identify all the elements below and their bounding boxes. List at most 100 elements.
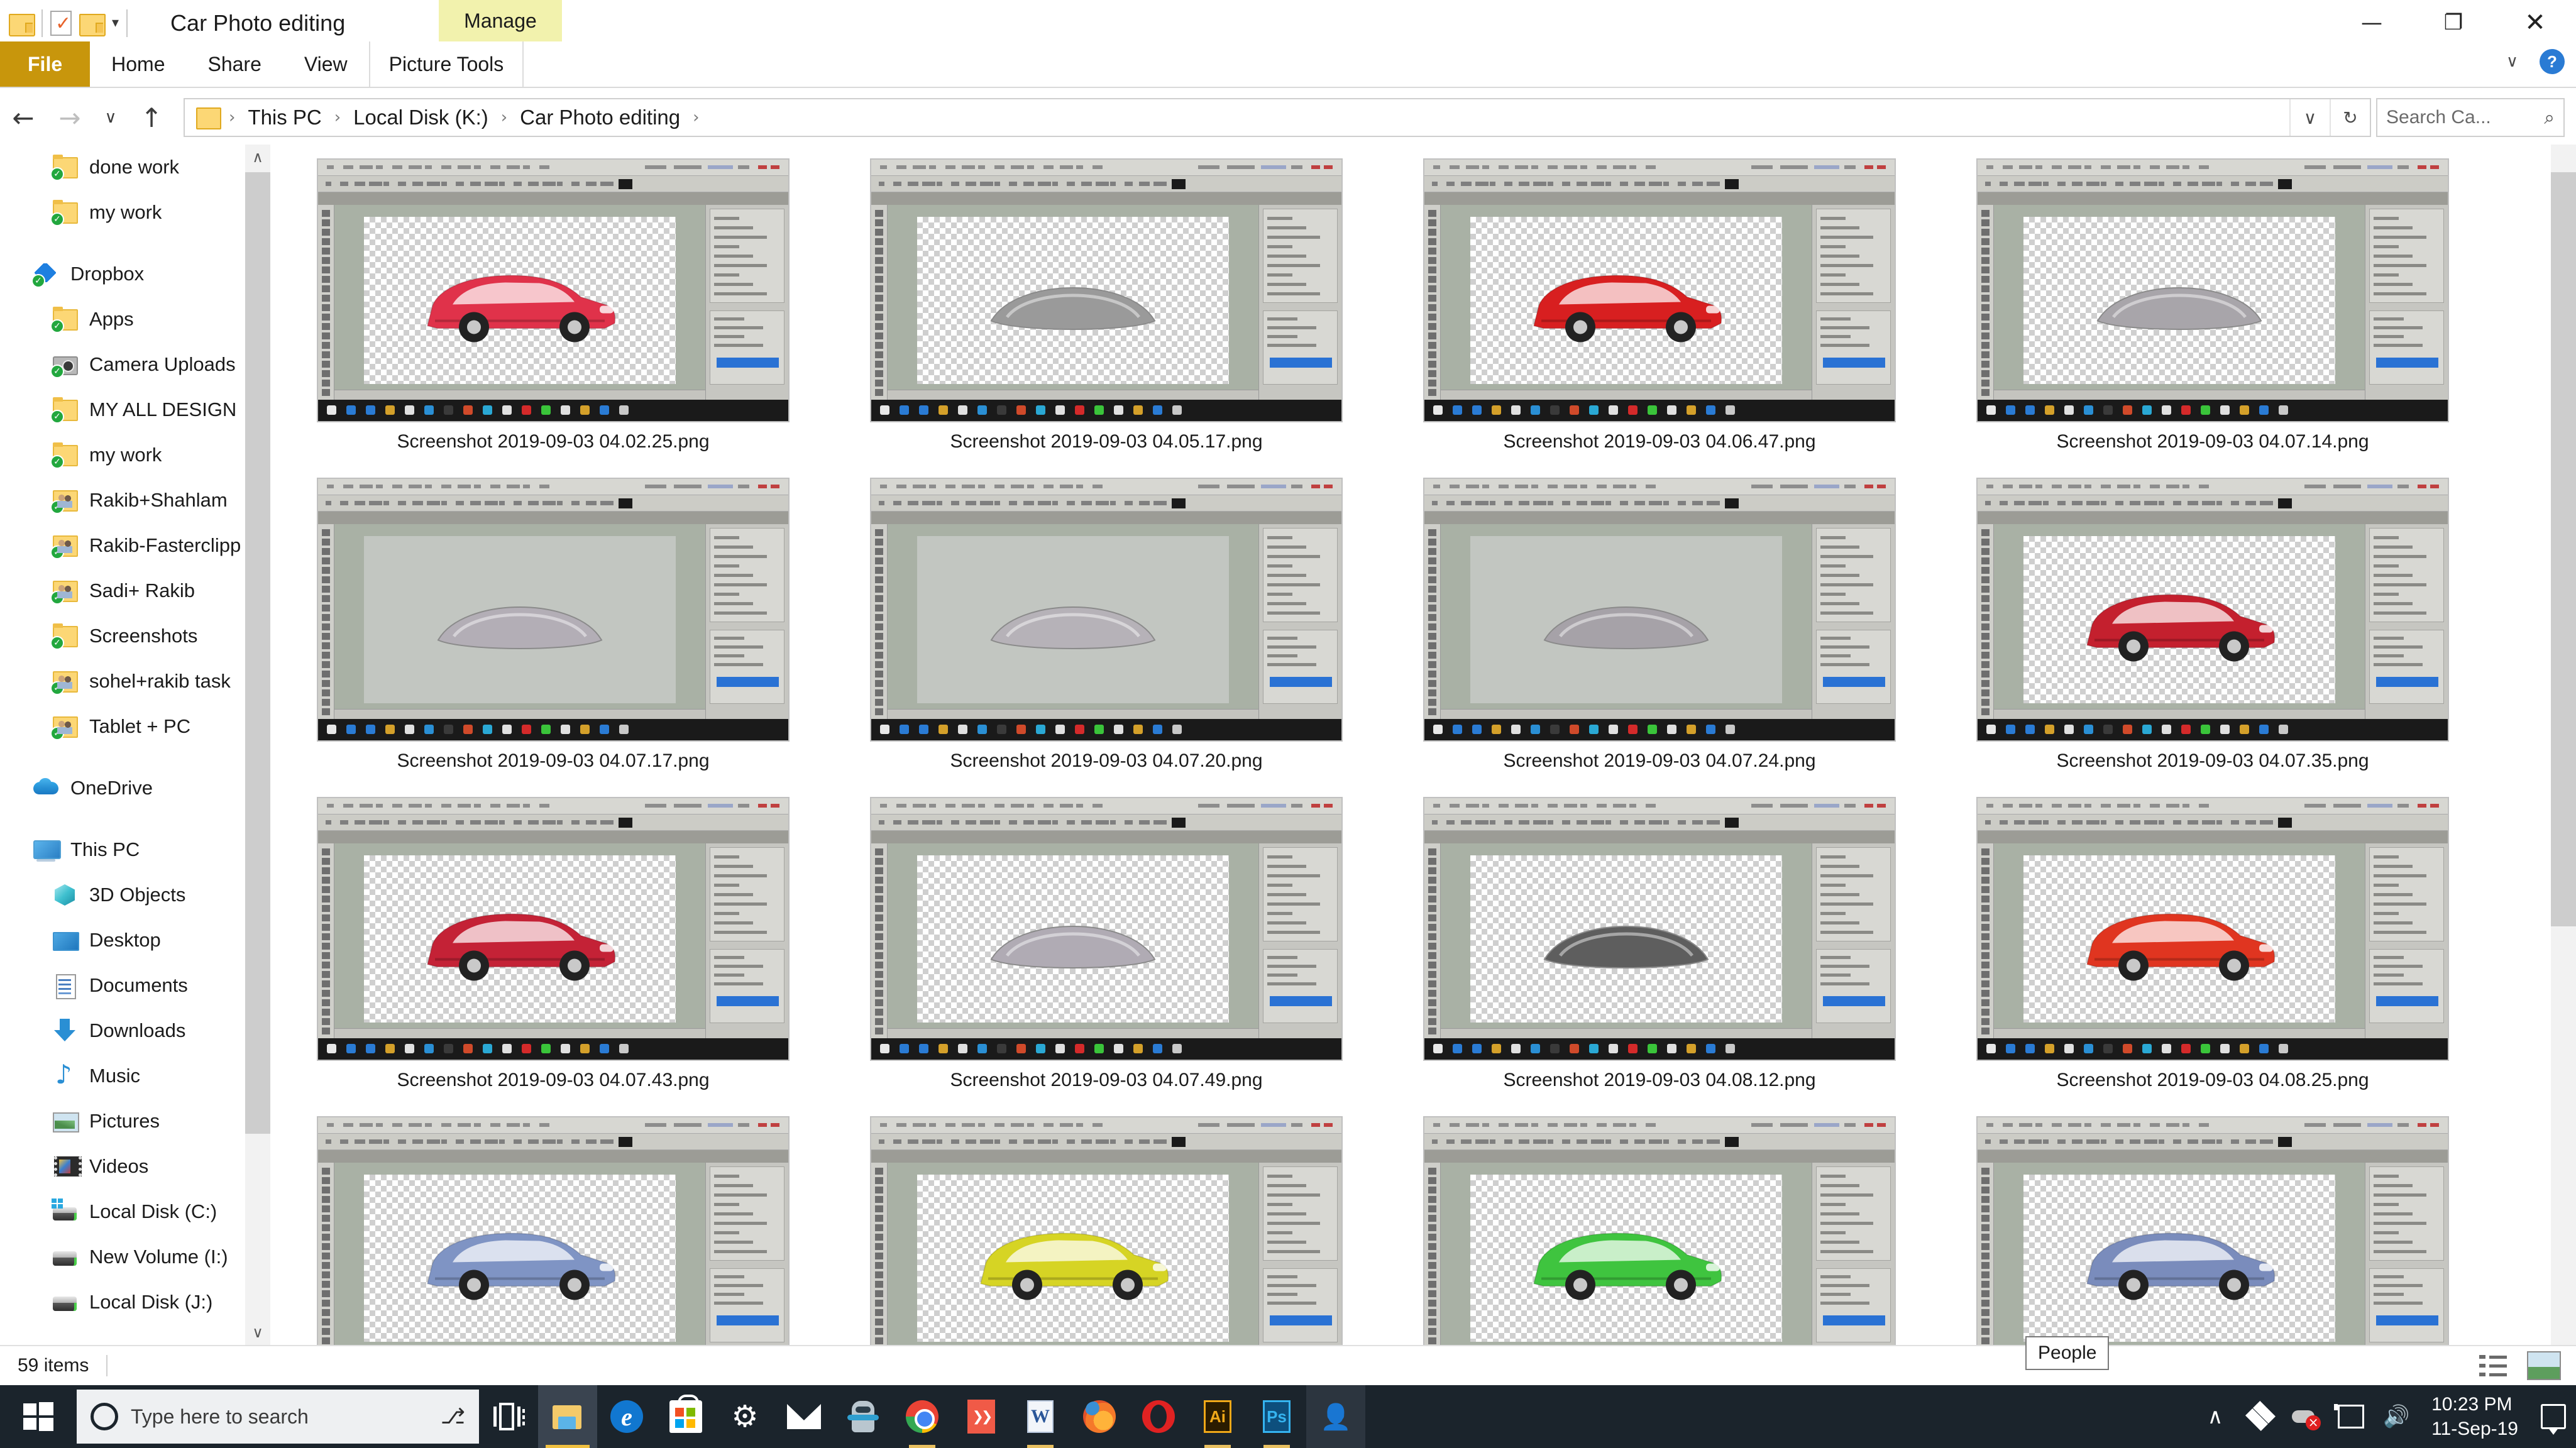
search-box[interactable]: Search Ca... ⌕ — [2376, 98, 2565, 137]
minimize-button[interactable]: — — [2331, 0, 2413, 45]
search-input[interactable]: Search Ca... — [2386, 107, 2491, 128]
sidebar-item-my-work[interactable]: ✓ my work — [0, 190, 270, 235]
file-thumbnail[interactable] — [1423, 1116, 1896, 1345]
maximize-button[interactable]: ❐ — [2413, 0, 2494, 45]
file-thumbnail[interactable] — [1976, 1116, 2449, 1345]
tab-home[interactable]: Home — [90, 41, 186, 87]
sidebar-item-music[interactable]: Music — [0, 1053, 270, 1099]
sidebar-item-local-disk-j[interactable]: Local Disk (J:) — [0, 1280, 270, 1325]
file-item[interactable] — [830, 1116, 1383, 1345]
taskbar-opera-button[interactable] — [1129, 1385, 1188, 1448]
file-item[interactable]: Screenshot 2019-09-03 04.07.20.png — [830, 478, 1383, 797]
file-item[interactable] — [277, 1116, 830, 1345]
taskbar-settings-button[interactable]: ⚙ — [715, 1385, 774, 1448]
collapse-ribbon-icon[interactable]: ∨ — [2506, 52, 2518, 71]
large-icons-view-icon[interactable] — [2527, 1351, 2561, 1380]
file-list-scrollbar[interactable] — [2551, 145, 2576, 1345]
navigation-pane-scrollbar[interactable]: ∧ ∨ — [245, 145, 270, 1345]
taskbar-google-chrome-button[interactable] — [893, 1385, 952, 1448]
file-item[interactable]: Screenshot 2019-09-03 04.02.25.png — [277, 158, 830, 478]
file-thumbnail[interactable] — [1976, 797, 2449, 1061]
breadcrumb-separator-2[interactable]: › — [497, 108, 511, 127]
taskbar-file-explorer-button[interactable] — [538, 1385, 597, 1448]
breadcrumb-folder-icon[interactable] — [196, 107, 221, 129]
file-item[interactable]: Screenshot 2019-09-03 04.07.49.png — [830, 797, 1383, 1116]
sidebar-item-new-volume-i[interactable]: New Volume (I:) — [0, 1234, 270, 1280]
action-center-button[interactable] — [2531, 1385, 2576, 1448]
close-button[interactable]: ✕ — [2494, 0, 2576, 45]
sidebar-item-dropbox[interactable]: ✓ Dropbox — [0, 251, 270, 297]
file-thumbnail[interactable] — [317, 1116, 790, 1345]
up-button[interactable]: ↑ — [128, 96, 175, 140]
tab-share[interactable]: Share — [186, 41, 282, 87]
sidebar-item-sadi-rakib[interactable]: ✓ Sadi+ Rakib — [0, 568, 270, 613]
cortana-icon[interactable] — [91, 1403, 118, 1430]
sidebar-item-tablet-pc[interactable]: ✓ Tablet + PC — [0, 704, 270, 749]
sidebar-item-camera-uploads[interactable]: ✓ Camera Uploads — [0, 342, 270, 387]
start-button[interactable] — [0, 1385, 77, 1448]
taskbar-search-input[interactable]: Type here to search — [131, 1405, 428, 1429]
taskbar-adobe-illustrator-button[interactable]: Ai — [1188, 1385, 1247, 1448]
recent-locations-button[interactable]: ∨ — [93, 96, 128, 140]
details-view-icon[interactable] — [2477, 1351, 2511, 1380]
file-thumbnail[interactable] — [317, 797, 790, 1061]
taskbar-search-box[interactable]: Type here to search ⎇ — [77, 1390, 479, 1444]
sidebar-item-onedrive[interactable]: OneDrive — [0, 765, 270, 811]
sidebar-item-videos[interactable]: Videos — [0, 1144, 270, 1189]
sidebar-item-desktop[interactable]: Desktop — [0, 918, 270, 963]
file-thumbnail[interactable] — [870, 158, 1343, 422]
sidebar-item-my-all-design[interactable]: ✓ MY ALL DESIGN — [0, 387, 270, 432]
nav-scroll-up-icon[interactable]: ∧ — [245, 145, 270, 170]
file-thumbnail[interactable] — [1976, 478, 2449, 742]
file-item[interactable]: Screenshot 2019-09-03 04.07.43.png — [277, 797, 830, 1116]
taskbar-mail-button[interactable] — [774, 1385, 834, 1448]
microphone-icon[interactable]: ⎇ — [441, 1404, 465, 1429]
sidebar-item-screenshots[interactable]: ✓ Screenshots — [0, 613, 270, 659]
tab-file[interactable]: File — [0, 41, 91, 87]
file-list-pane[interactable]: Screenshot 2019-09-03 04.02.25.png Screen… — [270, 145, 2576, 1345]
breadcrumb-bar[interactable]: › This PC › Local Disk (K:) › Car Photo … — [184, 98, 2371, 137]
taskbar-microsoft-word-button[interactable]: W — [1011, 1385, 1070, 1448]
clock[interactable]: 10:23 PM 11-Sep-19 — [2419, 1385, 2531, 1448]
onedrive-error-icon[interactable] — [2283, 1385, 2328, 1448]
new-folder-icon[interactable] — [79, 13, 106, 36]
sidebar-item-this-pc[interactable]: This PC — [0, 827, 270, 872]
pin-to-quick-access-icon[interactable] — [9, 13, 35, 36]
file-item[interactable]: Screenshot 2019-09-03 04.08.25.png — [1936, 797, 2489, 1116]
file-thumbnail[interactable] — [317, 478, 790, 742]
file-thumbnail[interactable] — [1423, 797, 1896, 1061]
sidebar-item-pictures[interactable]: Pictures — [0, 1099, 270, 1144]
file-item[interactable]: Screenshot 2019-09-03 04.07.35.png — [1936, 478, 2489, 797]
show-hidden-icons-button[interactable]: ∧ — [2193, 1385, 2238, 1448]
nav-scroll-down-icon[interactable]: ∨ — [245, 1320, 270, 1345]
taskbar-microsoft-edge-button[interactable]: e — [597, 1385, 656, 1448]
sidebar-item-rakib-shahlam[interactable]: ✓ Rakib+Shahlam — [0, 478, 270, 523]
tab-picture-tools[interactable]: Picture Tools — [368, 41, 524, 87]
file-item[interactable]: Screenshot 2019-09-03 04.07.17.png — [277, 478, 830, 797]
file-item[interactable] — [1383, 1116, 1936, 1345]
dropbox-tray-icon[interactable] — [2238, 1385, 2283, 1448]
taskbar-mozilla-firefox-button[interactable] — [1070, 1385, 1129, 1448]
sidebar-item-local-disk-c[interactable]: Local Disk (C:) — [0, 1189, 270, 1234]
breadcrumb-car-photo-editing[interactable]: Car Photo editing — [511, 106, 689, 129]
network-icon[interactable] — [2328, 1385, 2374, 1448]
file-item[interactable]: Screenshot 2019-09-03 04.05.17.png — [830, 158, 1383, 478]
breadcrumb-local-disk-k[interactable]: Local Disk (K:) — [344, 106, 497, 129]
file-item[interactable]: Screenshot 2019-09-03 04.08.12.png — [1383, 797, 1936, 1116]
volume-icon[interactable]: 🔊 — [2374, 1385, 2419, 1448]
sidebar-item-downloads[interactable]: Downloads — [0, 1008, 270, 1053]
file-thumbnail[interactable] — [870, 797, 1343, 1061]
sidebar-item-sohel-rakib-task[interactable]: ✓ sohel+rakib task — [0, 659, 270, 704]
taskbar-people-button[interactable]: 👤 — [1306, 1385, 1365, 1448]
sidebar-item-rakib-fasterclipp[interactable]: ✓ Rakib-Fasterclipp — [0, 523, 270, 568]
contextual-tab-group-manage[interactable]: Manage — [439, 0, 562, 41]
forward-button[interactable]: → — [47, 96, 93, 140]
nav-scroll-thumb[interactable] — [245, 172, 270, 1134]
search-icon[interactable]: ⌕ — [2544, 107, 2555, 129]
file-thumbnail[interactable] — [317, 158, 790, 422]
file-item[interactable] — [1936, 1116, 2489, 1345]
file-item[interactable]: Screenshot 2019-09-03 04.07.14.png — [1936, 158, 2489, 478]
file-thumbnail[interactable] — [1976, 158, 2449, 422]
taskbar-robot-app-button[interactable] — [834, 1385, 893, 1448]
file-thumbnail[interactable] — [870, 1116, 1343, 1345]
